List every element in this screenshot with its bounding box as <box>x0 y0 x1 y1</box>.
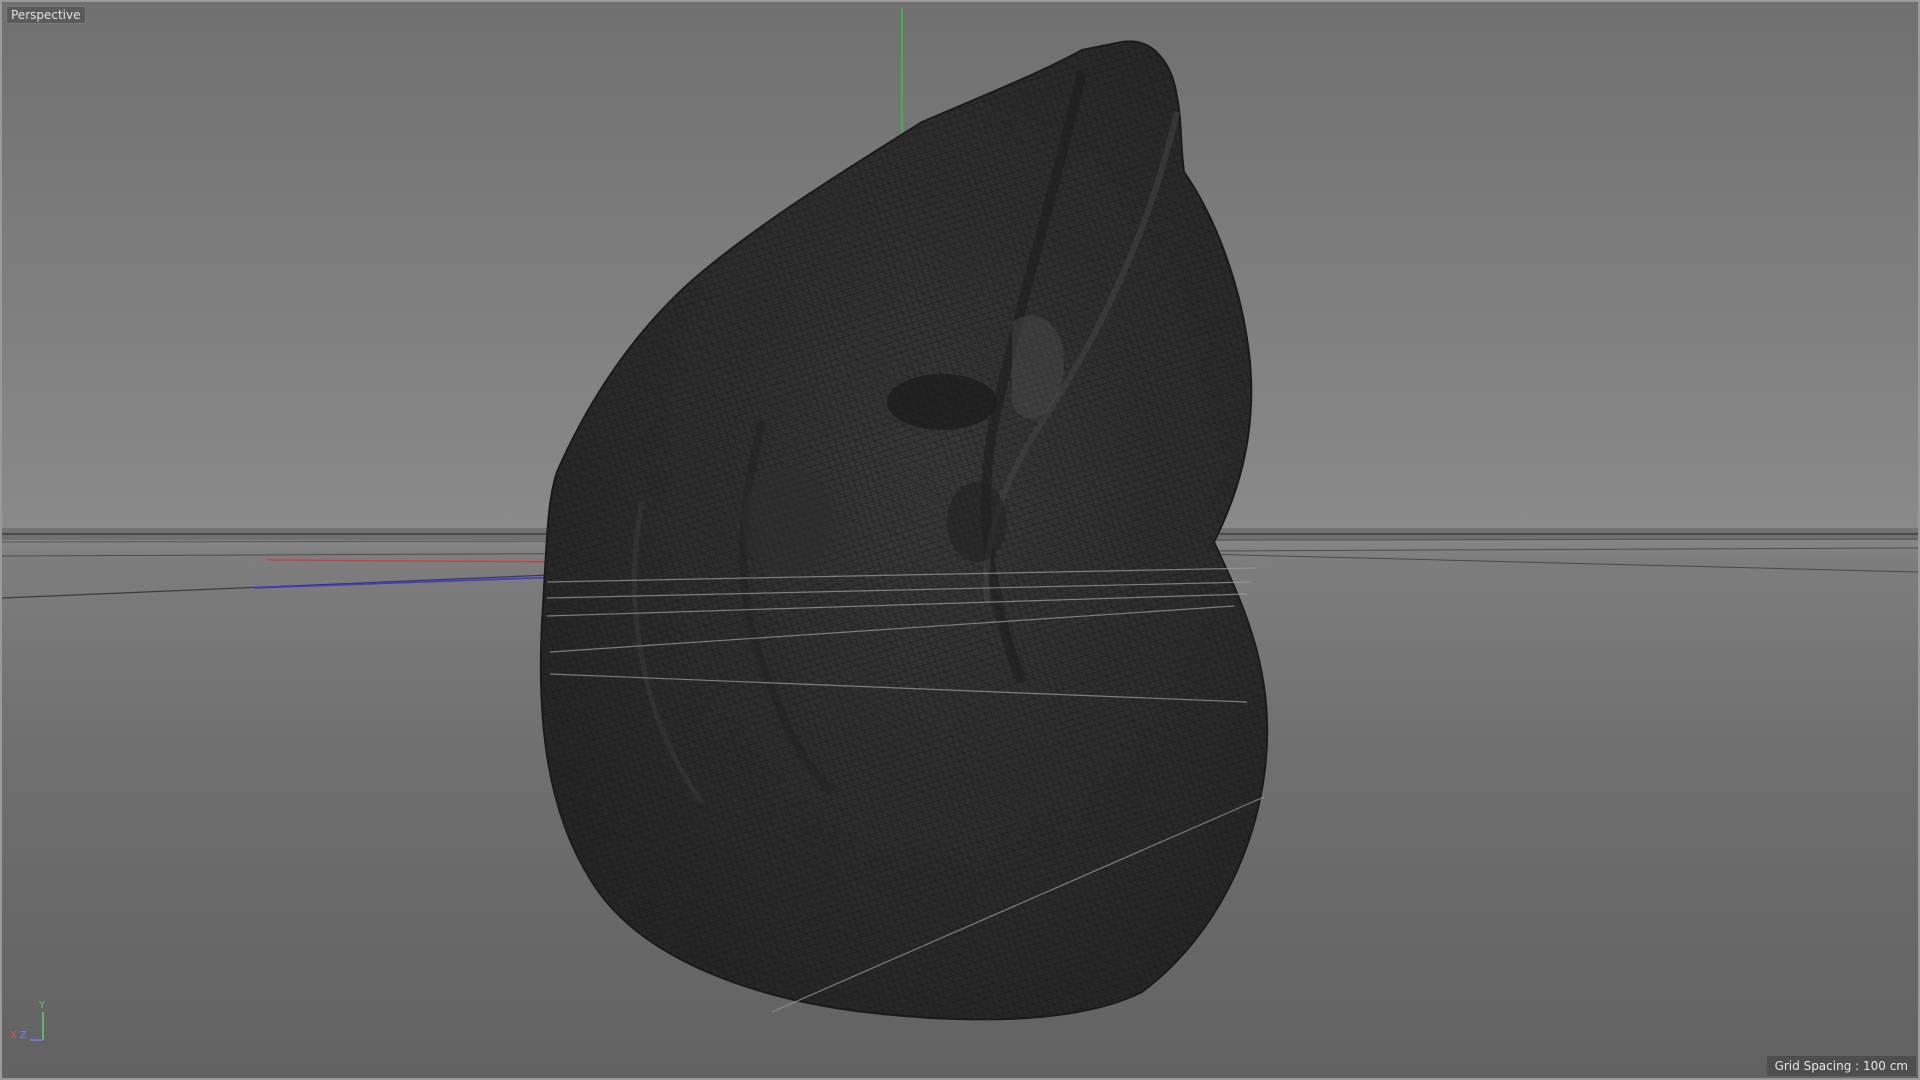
grid-spacing-readout: Grid Spacing : 100 cm <box>1766 1056 1916 1076</box>
gizmo-x-label: X <box>10 1030 17 1041</box>
gizmo-y-label: Y <box>39 1000 46 1011</box>
rock-mesh[interactable] <box>539 40 1269 1021</box>
axis-gizmo-icon: Y X Z <box>10 1000 52 1048</box>
gizmo-z-label: Z <box>20 1030 27 1041</box>
viewport-label[interactable]: Perspective <box>6 6 86 24</box>
viewport-perspective[interactable]: Perspective Y X Z Grid Spacing : 100 cm <box>0 0 1920 1080</box>
viewport-scene[interactable] <box>2 2 1918 1078</box>
